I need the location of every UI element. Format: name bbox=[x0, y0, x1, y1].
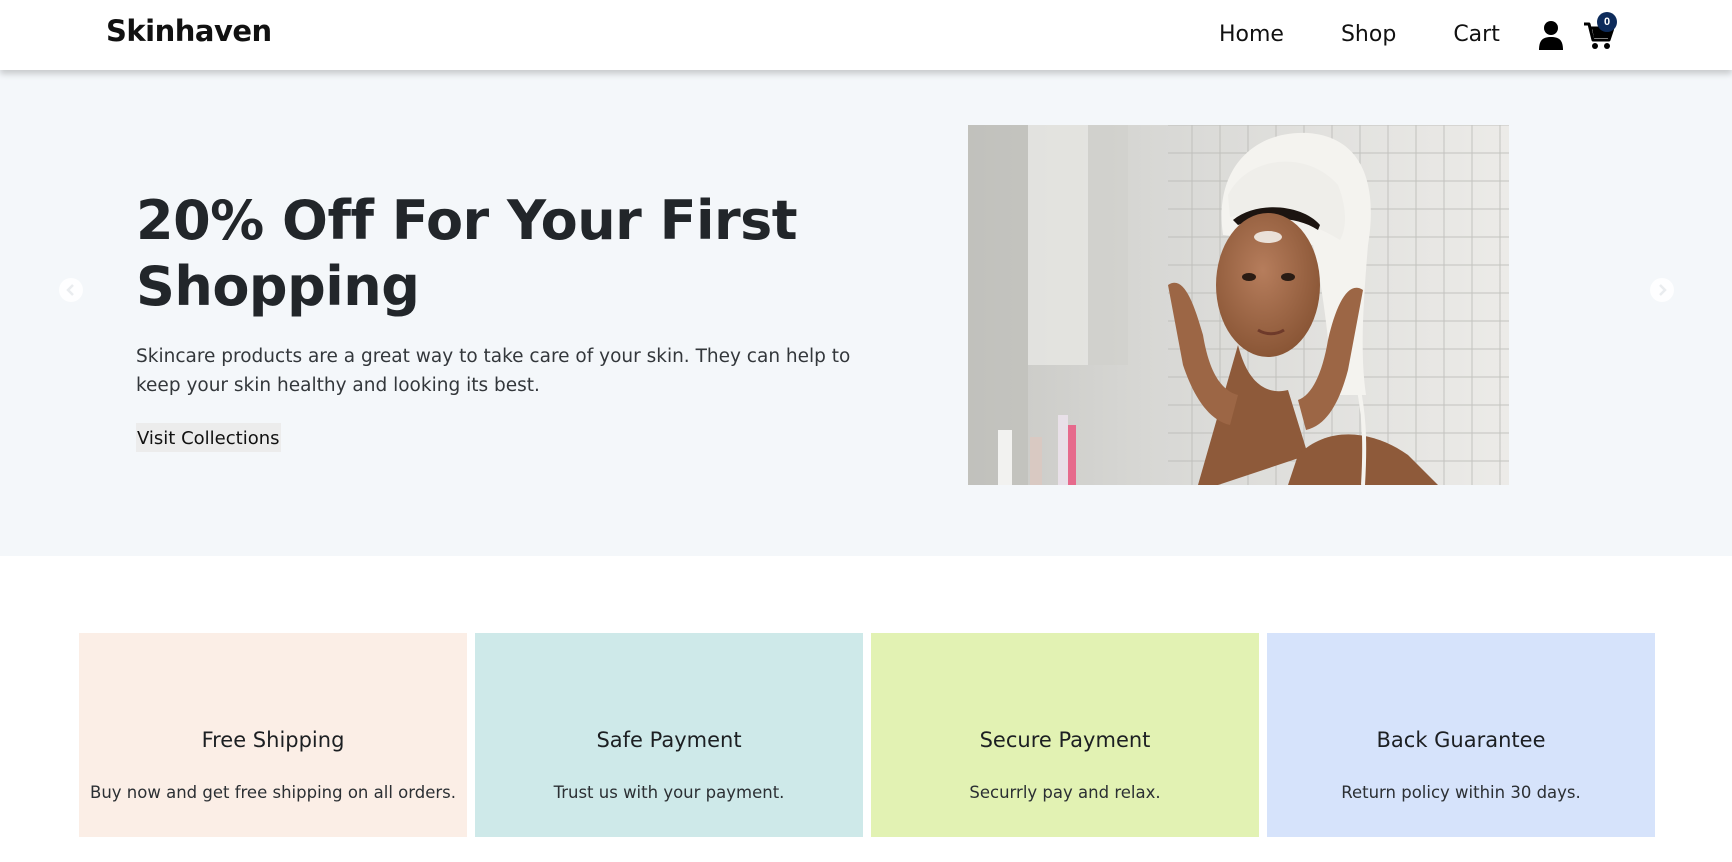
feature-title: Safe Payment bbox=[596, 728, 742, 752]
brand-logo[interactable]: Skinhaven bbox=[106, 14, 272, 48]
feature-card-free-shipping: Free Shipping Buy now and get free shipp… bbox=[79, 633, 467, 837]
feature-title: Free Shipping bbox=[201, 728, 345, 752]
feature-title: Back Guarantee bbox=[1376, 728, 1546, 752]
hero-carousel: 20% Off For Your First Shopping Skincare… bbox=[0, 70, 1732, 556]
nav-links: Home Shop Cart bbox=[1219, 22, 1500, 47]
hero-image bbox=[968, 125, 1509, 485]
chevron-left-icon bbox=[66, 284, 74, 296]
feature-card-safe-payment: Safe Payment Trust us with your payment. bbox=[475, 633, 863, 837]
nav-link-cart[interactable]: Cart bbox=[1453, 22, 1500, 47]
carousel-prev-button[interactable] bbox=[59, 278, 83, 302]
user-icon[interactable] bbox=[1538, 20, 1564, 50]
cart-count-badge[interactable]: 0 bbox=[1597, 12, 1617, 32]
navbar: Skinhaven Home Shop Cart 0 bbox=[0, 0, 1732, 70]
feature-title: Secure Payment bbox=[979, 728, 1151, 752]
hero-title: 20% Off For Your First Shopping bbox=[136, 189, 798, 318]
feature-description: Return policy within 30 days. bbox=[1341, 783, 1581, 802]
chevron-right-icon bbox=[1659, 284, 1667, 296]
carousel-next-button[interactable] bbox=[1650, 278, 1674, 302]
visit-collections-button[interactable]: Visit Collections bbox=[136, 423, 281, 452]
nav-link-home[interactable]: Home bbox=[1219, 22, 1284, 47]
feature-description: Trust us with your payment. bbox=[553, 783, 785, 802]
feature-description: Securrly pay and relax. bbox=[969, 783, 1161, 802]
hero-description: Skincare products are a great way to tak… bbox=[136, 346, 851, 396]
nav-link-shop[interactable]: Shop bbox=[1341, 22, 1396, 47]
feature-description: Buy now and get free shipping on all ord… bbox=[90, 783, 456, 802]
feature-card-back-guarantee: Back Guarantee Return policy within 30 d… bbox=[1267, 633, 1655, 837]
feature-card-secure-payment: Secure Payment Securrly pay and relax. bbox=[871, 633, 1259, 837]
features-section: Free Shipping Buy now and get free shipp… bbox=[79, 633, 1655, 837]
